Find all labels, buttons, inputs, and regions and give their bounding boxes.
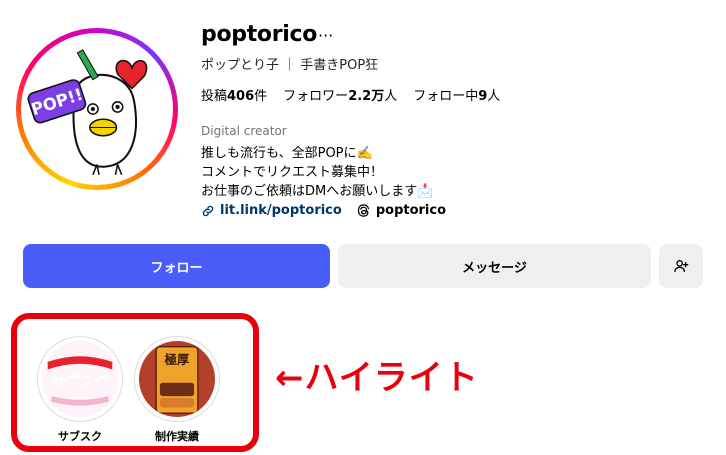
highlight-cover: サブスク bbox=[42, 341, 118, 417]
threads-link-text[interactable]: poptorico bbox=[376, 203, 446, 218]
stat-posts-value: 406 bbox=[227, 89, 255, 104]
bio-line: コメントでリクエスト募集中！ bbox=[201, 165, 384, 180]
threads-link[interactable]: poptorico bbox=[356, 203, 446, 218]
profile-links: lit.link/poptorico poptorico bbox=[201, 203, 446, 218]
profile-avatar: POP!! bbox=[25, 37, 169, 181]
highlight-cover: 極厚 bbox=[139, 341, 215, 417]
chicken-illustration: POP!! bbox=[25, 37, 169, 181]
add-user-button[interactable] bbox=[659, 244, 703, 288]
external-link-text[interactable]: lit.link/poptorico bbox=[220, 203, 342, 218]
profile-avatar-frame: POP!! bbox=[21, 33, 173, 185]
bio-line: 推しも流行も、全部POPに✍️ bbox=[201, 146, 373, 161]
stat-followers-value: 2.2万 bbox=[348, 89, 385, 104]
stat-following-label: フォロー中 bbox=[413, 89, 479, 104]
stat-posts: 投稿406件 bbox=[201, 85, 267, 104]
profile-category: Digital creator bbox=[201, 124, 287, 138]
link-icon bbox=[202, 205, 214, 216]
stat-following-unit: 人 bbox=[487, 89, 501, 104]
profile-bio: 推しも流行も、全部POPに✍️ コメントでリクエスト募集中！ お仕事のご依頼はD… bbox=[201, 144, 433, 201]
profile-username: poptorico bbox=[201, 22, 318, 47]
highlight-item[interactable]: サブスク サブスク bbox=[35, 336, 125, 444]
stat-followers-label: フォロワー bbox=[283, 89, 349, 104]
highlight-label: 制作実績 bbox=[155, 430, 199, 443]
more-options-icon[interactable]: ··· bbox=[318, 26, 333, 45]
stat-following-value: 9 bbox=[478, 89, 488, 104]
portfolio-cover-image: 極厚 bbox=[139, 341, 215, 417]
follow-button[interactable]: フォロー bbox=[23, 244, 330, 288]
highlight-item[interactable]: 極厚 制作実績 bbox=[132, 336, 222, 444]
message-button[interactable]: メッセージ bbox=[338, 244, 651, 288]
bio-line: お仕事のご依頼はDMへお願いします📩 bbox=[201, 184, 434, 199]
subscription-cover-image: サブスク bbox=[42, 341, 118, 417]
highlight-annotation-text: ←ハイライト bbox=[275, 358, 479, 398]
profile-stats: 投稿406件 フォロワー2.2万人 フォロー中9人 bbox=[201, 85, 500, 104]
profile-avatar-ring[interactable]: POP!! bbox=[16, 28, 178, 190]
highlight-cover-text: 極厚 bbox=[165, 352, 190, 367]
stat-followers[interactable]: フォロワー2.2万人 bbox=[283, 85, 397, 104]
highlight-cover-ring[interactable]: サブスク bbox=[37, 336, 123, 422]
add-user-icon bbox=[674, 260, 689, 272]
stat-followers-unit: 人 bbox=[384, 89, 398, 104]
stat-following[interactable]: フォロー中9人 bbox=[413, 85, 500, 104]
stat-posts-unit: 件 bbox=[254, 89, 268, 104]
profile-full-name: ポップとり子 ｜ 手書きPOP狂 bbox=[201, 58, 379, 73]
external-link[interactable]: lit.link/poptorico bbox=[201, 203, 342, 218]
stat-posts-label: 投稿 bbox=[201, 89, 228, 104]
highlight-cover-ring[interactable]: 極厚 bbox=[134, 336, 220, 422]
threads-icon bbox=[357, 204, 369, 217]
highlight-cover-text: サブスク bbox=[51, 373, 108, 391]
highlight-label: サブスク bbox=[58, 430, 102, 443]
